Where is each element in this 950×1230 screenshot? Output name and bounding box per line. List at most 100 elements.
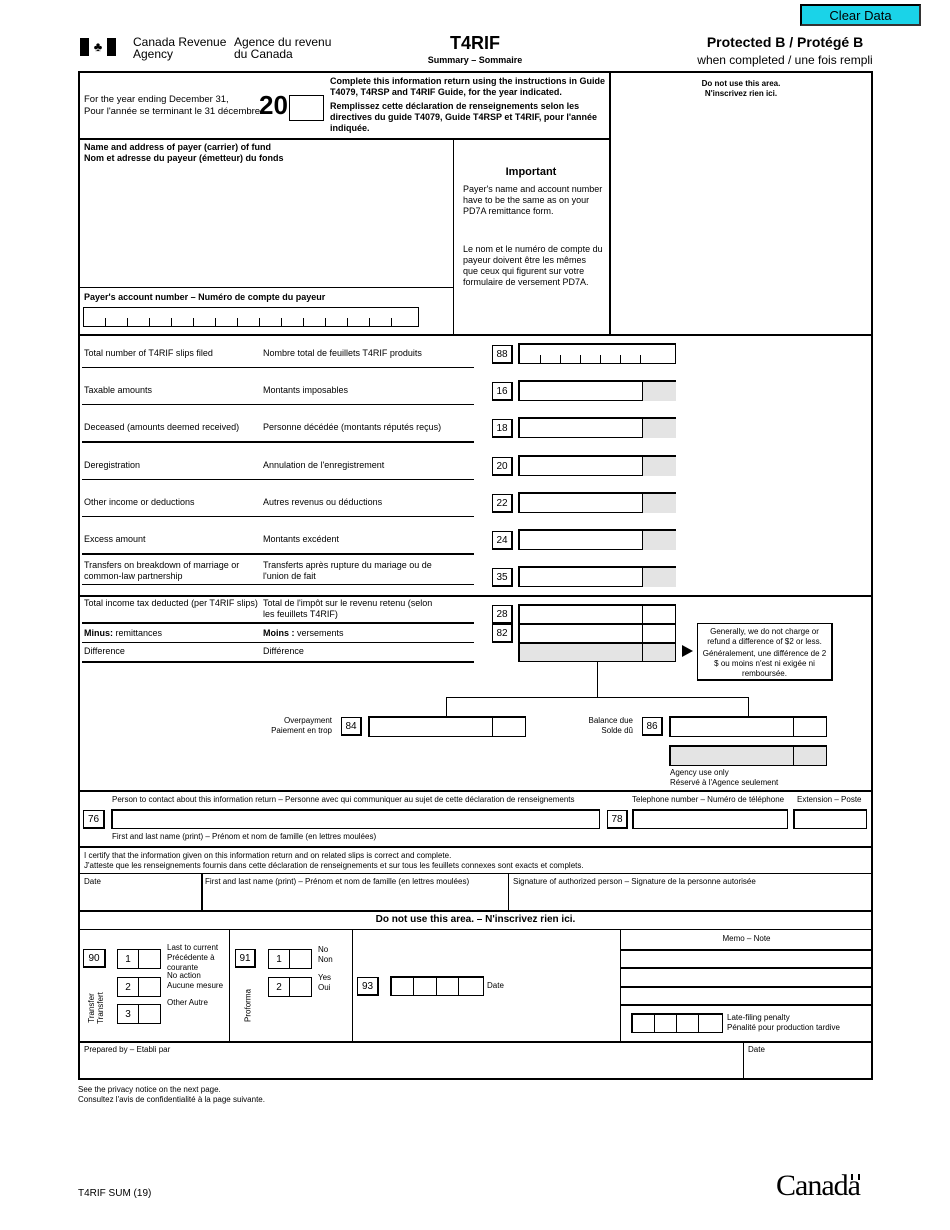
certify-date-input[interactable] [82, 888, 198, 910]
line-amount-input[interactable] [518, 566, 676, 587]
line-amount-input[interactable] [518, 417, 676, 438]
prepared-date-input[interactable] [746, 1056, 870, 1078]
form-code: T4RIF SUM (19) [78, 1188, 152, 1199]
memo-line-2[interactable] [621, 968, 871, 985]
arrow-right-icon [682, 645, 693, 657]
signature-label: Signature of authorized person – Signatu… [513, 877, 756, 886]
line-amount-input[interactable] [518, 455, 676, 476]
box-code: 18 [492, 419, 513, 438]
cents-field[interactable] [642, 457, 676, 476]
box-91-code: 91 [235, 949, 256, 968]
extension-input[interactable] [793, 809, 867, 829]
line-label-fr: Transferts après rupture du mariage ou d… [263, 560, 432, 581]
transfer-option-box[interactable]: 3 [117, 1004, 161, 1024]
agency-use-label: Agency use only Réservé à l'Agence seulem… [670, 768, 779, 787]
agency-use-field [669, 745, 827, 766]
cents-field[interactable] [642, 382, 676, 401]
box-code: 88 [492, 345, 513, 364]
account-number-label: Payer's account number – Numéro de compt… [84, 292, 326, 302]
box-84-code: 84 [341, 717, 362, 736]
minus-label-en: Minus: remittances [84, 628, 163, 638]
box-76-code: 76 [83, 810, 105, 829]
year-prefix: 20 [259, 90, 288, 120]
difference-label-fr: Différence [263, 646, 304, 656]
year-input[interactable] [289, 95, 324, 121]
cents-field[interactable] [642, 531, 676, 550]
box-82-code: 82 [492, 624, 513, 643]
protected-label: Protected B / Protégé B [706, 34, 864, 50]
signature-input[interactable] [512, 888, 870, 910]
box-28-code: 28 [492, 605, 513, 624]
line-label-en: Excess amount [84, 534, 146, 544]
line-label-en: Total number of T4RIF slips filed [84, 348, 213, 358]
form-subtitle: Summary – Sommaire [427, 55, 523, 65]
year-label: For the year ending December 31, Pour l'a… [84, 94, 261, 117]
payer-name-label: Name and address of payer (carrier) of f… [84, 142, 284, 163]
transfer-option-box[interactable]: 2 [117, 977, 161, 997]
office-use-title: Do not use this area. – N'inscrivez rien… [375, 914, 576, 925]
line-label-en: Deceased (amounts deemed received) [84, 422, 240, 432]
box-code: 20 [492, 457, 513, 476]
privacy-notice: See the privacy notice on the next page.… [78, 1085, 265, 1104]
box-28-input[interactable] [518, 604, 676, 625]
line-label-fr: Annulation de l'enregistrement [263, 460, 385, 470]
difference-field [518, 642, 676, 662]
difference-label-en: Difference [84, 646, 125, 656]
office-date-label: Date [487, 981, 504, 990]
transfer-option-label: Other Autre [167, 998, 208, 1007]
memo-line-1[interactable] [621, 950, 871, 967]
rounding-note: Generally, we do not charge or refund a … [697, 623, 833, 681]
box-code: 22 [492, 494, 513, 513]
flag-icon [850, 1174, 860, 1180]
box-84-input[interactable] [368, 716, 526, 737]
certify-statement: I certify that the information given on … [84, 851, 584, 870]
line-amount-input[interactable] [518, 380, 676, 401]
line-label-en: Other income or deductions [84, 497, 195, 507]
clear-data-button[interactable]: Clear Data [800, 4, 921, 26]
proforma-option-box[interactable]: 2 [268, 977, 312, 997]
cents-field[interactable] [642, 494, 676, 513]
memo-line-3[interactable] [621, 987, 871, 1004]
line-amount-input[interactable] [518, 529, 676, 550]
minus-label-fr: Moins : versements [263, 628, 344, 638]
box-86-code: 86 [642, 717, 663, 736]
box-code: 16 [492, 382, 513, 401]
contact-name-input[interactable] [111, 809, 600, 829]
total-tax-label-fr: Total de l'impôt sur le revenu retenu (s… [263, 598, 433, 619]
telephone-input[interactable] [632, 809, 788, 829]
line-label-fr: Nombre total de feuillets T4RIF produits [263, 348, 422, 358]
late-filing-penalty-label: Late-filing penalty Pénalité pour product… [727, 1013, 840, 1032]
transfer-option-box[interactable]: 1 [117, 949, 161, 969]
contact-name-hint: First and last name (print) – Prénom et … [112, 832, 377, 841]
cents-field[interactable] [642, 419, 676, 438]
payer-name-address-input[interactable] [82, 166, 450, 284]
late-filing-penalty-input[interactable] [631, 1013, 723, 1033]
proforma-option-box[interactable]: 1 [268, 949, 312, 969]
balance-due-label: Balance due Solde dû [588, 716, 633, 735]
canada-wordmark: Canada [776, 1169, 861, 1202]
protected-sub: when completed / une fois rempli [697, 53, 873, 67]
important-text-en: Payer's name and account number have to … [463, 184, 603, 216]
box-86-input[interactable] [669, 716, 827, 737]
office-date-input[interactable] [390, 976, 484, 996]
box-78-code: 78 [607, 810, 628, 829]
box-93-code: 93 [357, 977, 379, 996]
certify-name-input[interactable] [205, 888, 505, 910]
transfer-label: Transfer Transfert [87, 992, 105, 1024]
line-label-en: Deregistration [84, 460, 141, 470]
proforma-option-label: No Non [318, 945, 333, 964]
box-82-input[interactable] [518, 623, 676, 644]
prepared-by-input[interactable] [82, 1056, 740, 1078]
line-label-fr: Autres revenus ou déductions [263, 497, 383, 507]
line-amount-input[interactable] [518, 343, 676, 364]
memo-label: Memo – Note [722, 934, 771, 943]
do-not-use-area: Do not use this area. N'inscrivez rien ic… [701, 79, 781, 98]
transfer-option-label: Last to current Précédente à courante [167, 943, 219, 972]
prepared-by-label: Prepared by – Etabli par [84, 1045, 171, 1054]
cents-field[interactable] [642, 568, 676, 587]
line-label-en: Taxable amounts [84, 385, 153, 395]
line-amount-input[interactable] [518, 492, 676, 513]
account-number-input[interactable] [83, 307, 419, 327]
box-code: 35 [492, 568, 513, 587]
line-label-fr: Montants imposables [263, 385, 349, 395]
